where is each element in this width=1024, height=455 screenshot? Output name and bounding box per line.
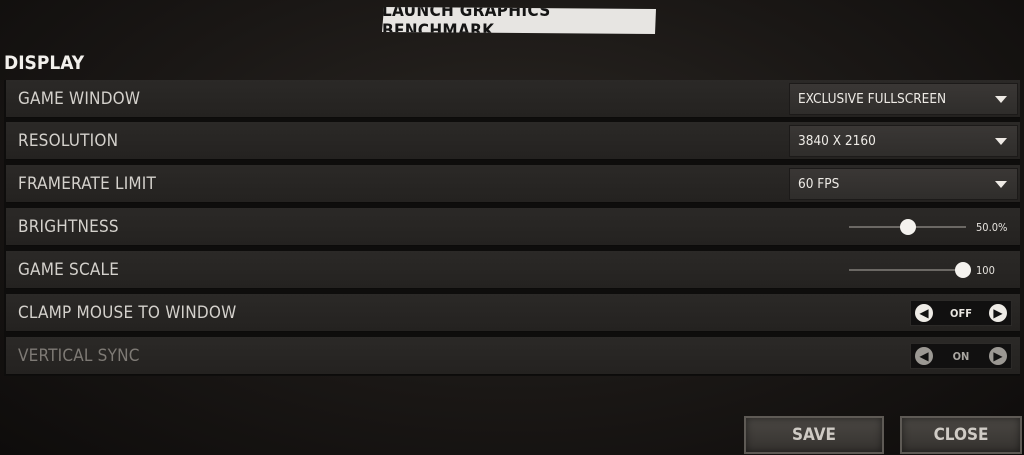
brightness-value: 50.0% [976, 220, 1008, 234]
framerate-limit-dropdown[interactable]: 60 FPS [789, 168, 1018, 200]
clamp-mouse-label: CLAMP MOUSE TO WINDOW [18, 303, 237, 323]
resolution-label: RESOLUTION [18, 131, 119, 151]
game-scale-label: GAME SCALE [18, 260, 120, 280]
settings-panel: GAME WINDOW EXCLUSIVE FULLSCREEN RESOLUT… [4, 80, 1020, 376]
chevron-down-icon [995, 181, 1007, 188]
close-button[interactable]: CLOSE [900, 416, 1022, 454]
clamp-mouse-state: OFF [950, 306, 972, 320]
setting-row-brightness: BRIGHTNESS 50.0% [6, 208, 1020, 246]
vertical-sync-label: VERTICAL SYNC [18, 346, 140, 366]
brightness-label: BRIGHTNESS [18, 217, 119, 237]
arrow-left-icon[interactable]: ◀ [915, 304, 933, 322]
save-button[interactable]: SAVE [744, 416, 884, 454]
game-window-dropdown[interactable]: EXCLUSIVE FULLSCREEN [789, 83, 1018, 115]
arrow-right-icon[interactable]: ▶ [989, 347, 1007, 365]
arrow-right-icon[interactable]: ▶ [989, 304, 1007, 322]
setting-row-framerate-limit: FRAMERATE LIMIT 60 FPS [6, 165, 1020, 203]
setting-row-game-scale: GAME SCALE 100 [6, 251, 1020, 289]
arrow-left-icon[interactable]: ◀ [915, 347, 933, 365]
vertical-sync-toggle: ◀ ON ▶ [910, 343, 1012, 369]
setting-row-resolution: RESOLUTION 3840 X 2160 [6, 122, 1020, 160]
setting-row-clamp-mouse: CLAMP MOUSE TO WINDOW ◀ OFF ▶ [6, 294, 1020, 332]
setting-row-game-window: GAME WINDOW EXCLUSIVE FULLSCREEN [6, 80, 1020, 118]
vertical-sync-state: ON [952, 349, 970, 363]
game-scale-slider-track[interactable] [849, 269, 966, 271]
setting-row-vertical-sync: VERTICAL SYNC ◀ ON ▶ [6, 337, 1020, 375]
clamp-mouse-toggle: ◀ OFF ▶ [910, 300, 1012, 326]
chevron-down-icon [995, 96, 1007, 103]
game-scale-value: 100 [976, 263, 995, 277]
framerate-limit-label: FRAMERATE LIMIT [18, 174, 157, 194]
chevron-down-icon [995, 138, 1007, 145]
resolution-dropdown[interactable]: 3840 X 2160 [789, 125, 1018, 157]
section-title: DISPLAY [4, 52, 85, 74]
brightness-slider-handle[interactable] [900, 219, 916, 235]
game-window-value: EXCLUSIVE FULLSCREEN [798, 91, 947, 107]
game-scale-slider-handle[interactable] [955, 262, 971, 278]
resolution-value: 3840 X 2160 [798, 133, 876, 149]
launch-benchmark-button[interactable]: LAUNCH GRAPHICS BENCHMARK [382, 7, 656, 34]
game-window-label: GAME WINDOW [18, 89, 141, 109]
framerate-limit-value: 60 FPS [798, 176, 840, 192]
